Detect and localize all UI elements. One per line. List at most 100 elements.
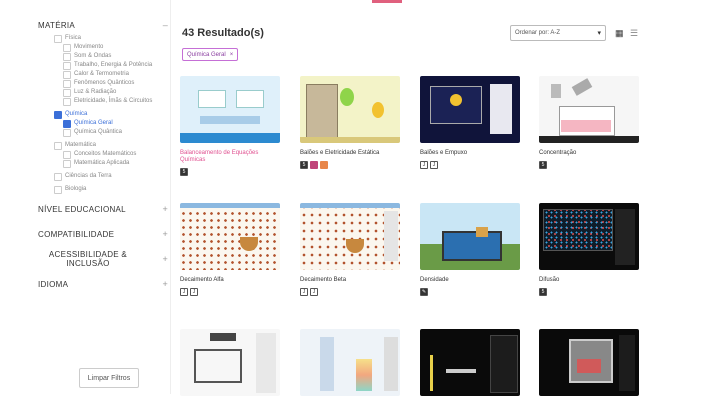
simulation-title[interactable]: Balões e Eletricidade Estática: [300, 150, 400, 157]
simulation-card[interactable]: Concentração 5: [539, 76, 639, 169]
facet-materia-title: MATÉRIA: [38, 20, 76, 30]
simulation-card[interactable]: Balanceamento de Equações Químicas 5: [180, 76, 280, 176]
checkbox[interactable]: [54, 35, 62, 43]
simulation-thumbnail[interactable]: [420, 76, 520, 143]
subject-filter-item[interactable]: Física: [54, 34, 168, 43]
simulation-thumbnail[interactable]: [420, 203, 520, 270]
subject-filter-label: Física: [65, 35, 82, 41]
checkbox[interactable]: [63, 62, 71, 70]
checkbox[interactable]: [63, 129, 71, 137]
simulation-card[interactable]: [180, 329, 280, 396]
sort-select[interactable]: Ordenar por: A-Z ▾: [510, 25, 606, 41]
expand-icon[interactable]: +: [162, 229, 168, 239]
facet-compat-title: COMPATIBILIDADE: [38, 229, 115, 239]
simulation-title[interactable]: Concentração: [539, 150, 639, 157]
simulation-card[interactable]: [420, 329, 520, 396]
simulation-title[interactable]: Balanceamento de Equações Químicas: [180, 150, 280, 164]
subject-filter-label: Química Geral: [74, 120, 113, 126]
facet-materia-header[interactable]: MATÉRIA –: [38, 20, 168, 30]
simulation-card[interactable]: Decaimento Beta J J: [300, 203, 400, 296]
platform-badges: 5: [539, 161, 639, 169]
simulation-title[interactable]: Difusão: [539, 277, 639, 284]
subject-filter-item[interactable]: Química Geral: [63, 119, 168, 128]
html5-icon: 5: [539, 161, 547, 169]
simulation-card[interactable]: Decaimento Alfa J J: [180, 203, 280, 296]
close-icon[interactable]: ×: [230, 52, 234, 58]
simulation-title[interactable]: Densidade: [420, 277, 520, 284]
expand-icon[interactable]: +: [162, 254, 168, 264]
simulation-card[interactable]: Balões e Eletricidade Estática 5: [300, 76, 400, 169]
simulation-thumbnail[interactable]: [180, 329, 280, 396]
grid-view-icon[interactable]: ▦: [615, 28, 624, 39]
facet-idioma-header[interactable]: IDIOMA +: [38, 279, 168, 289]
simulation-thumbnail[interactable]: [539, 329, 639, 396]
simulation-card[interactable]: Difusão 5: [539, 203, 639, 296]
simulation-thumbnail[interactable]: [539, 76, 639, 143]
html5-icon: 5: [539, 288, 547, 296]
subject-filter-label: Matemática: [65, 142, 97, 148]
active-filter-label: Química Geral: [187, 51, 226, 58]
checkbox[interactable]: [54, 173, 62, 181]
expand-icon[interactable]: +: [162, 279, 168, 289]
checkbox[interactable]: [63, 120, 71, 128]
simulation-thumbnail[interactable]: [180, 203, 280, 270]
list-view-icon[interactable]: ☰: [630, 28, 638, 39]
subject-filter-item[interactable]: Biologia: [54, 185, 168, 194]
subject-filter-item[interactable]: Som & Ondas: [63, 52, 168, 61]
subject-filter-item[interactable]: Trabalho, Energia & Potência: [63, 61, 168, 70]
expand-icon[interactable]: +: [162, 204, 168, 214]
checkbox[interactable]: [54, 142, 62, 150]
checkbox[interactable]: [63, 89, 71, 97]
subject-filter-item[interactable]: Conceitos Matemáticos: [63, 150, 168, 159]
checkbox[interactable]: [63, 71, 71, 79]
checkbox[interactable]: [54, 111, 62, 119]
facet-acess-header[interactable]: ACESSIBILIDADE & INCLUSÃO +: [38, 250, 168, 268]
active-filter-chip[interactable]: Química Geral ×: [182, 48, 239, 61]
subject-filter-item[interactable]: Movimento: [63, 43, 168, 52]
checkbox[interactable]: [63, 160, 71, 168]
checkbox[interactable]: [63, 44, 71, 52]
simulation-thumbnail[interactable]: [539, 203, 639, 270]
subject-filter-item[interactable]: Fenômenos Quânticos: [63, 79, 168, 88]
checkbox[interactable]: [54, 186, 62, 194]
subject-filter-item[interactable]: Matemática: [54, 141, 168, 150]
subject-filter-item[interactable]: Matemática Aplicada: [63, 159, 168, 168]
simulation-thumbnail[interactable]: [420, 329, 520, 396]
simulation-title[interactable]: Balões e Empuxo: [420, 150, 520, 157]
subject-filter-item[interactable]: Química: [54, 110, 168, 119]
subject-filter-item[interactable]: Calor & Termometria: [63, 70, 168, 79]
subject-filter-item[interactable]: Luz & Radiação: [63, 88, 168, 97]
html5-icon: 5: [180, 168, 188, 176]
simulation-thumbnail[interactable]: [180, 76, 280, 143]
clear-filters-button[interactable]: Limpar Filtros: [79, 368, 139, 388]
java-icon: J: [190, 288, 198, 296]
simulation-card[interactable]: [300, 329, 400, 396]
facet-nivel-title: NÍVEL EDUCACIONAL: [38, 204, 126, 214]
platform-badges: 5: [180, 168, 280, 176]
checkbox[interactable]: [63, 53, 71, 61]
sound-icon: [320, 161, 328, 169]
filter-sidebar: MATÉRIA – Física Movimento Som & Ondas Trab…: [0, 0, 171, 394]
checkbox[interactable]: [63, 151, 71, 159]
checkbox[interactable]: [63, 80, 71, 88]
facet-compat-header[interactable]: COMPATIBILIDADE +: [38, 229, 168, 239]
sort-label: Ordenar por: A-Z: [515, 30, 561, 36]
subject-filter-item[interactable]: Eletricidade, Ímãs & Circuitos: [63, 97, 168, 106]
simulation-card[interactable]: [539, 329, 639, 396]
collapse-icon[interactable]: –: [163, 20, 168, 30]
simulation-card[interactable]: Densidade ✎: [420, 203, 520, 296]
simulation-thumbnail[interactable]: [300, 203, 400, 270]
simulation-title[interactable]: Decaimento Alfa: [180, 277, 280, 284]
subject-filter-item[interactable]: Ciências da Terra: [54, 172, 168, 181]
simulation-card[interactable]: Balões e Empuxo J J: [420, 76, 520, 169]
facet-nivel-header[interactable]: NÍVEL EDUCACIONAL +: [38, 204, 168, 214]
platform-badges: 5: [300, 161, 400, 169]
platform-badges: ✎: [420, 288, 520, 296]
subject-filter-label: Conceitos Matemáticos: [74, 151, 137, 157]
subject-filter-item[interactable]: Química Quântica: [63, 128, 168, 137]
simulation-thumbnail[interactable]: [300, 76, 400, 143]
accessibility-icon: [310, 161, 318, 169]
simulation-title[interactable]: Decaimento Beta: [300, 277, 400, 284]
simulation-thumbnail[interactable]: [300, 329, 400, 396]
checkbox[interactable]: [63, 98, 71, 106]
